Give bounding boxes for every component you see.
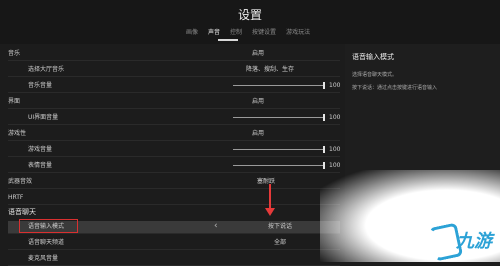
row-value: 降落、搜刮、生存 [246,66,295,73]
row-weapon-sound[interactable]: 武器音效 塞耐跃 [8,176,340,189]
logo-text: 九游 [456,231,492,252]
row-lobby-music[interactable]: 选择大厅音乐 降落、搜刮、生存 [8,64,340,77]
settings-tabs: 画像 声音 控制 按键设置 游戏玩法 [186,27,310,39]
row-label: 麦克风音量 [28,255,59,262]
slider-value: 100 [329,146,341,153]
row-label: 游戏音量 [28,146,53,153]
annotation-arrow-head-icon [265,208,275,216]
music-volume-slider[interactable] [233,82,325,89]
row-value: 全部 [273,239,286,246]
panel-description-detail: 按下说话：通过点击按键进行语音输入 [352,85,438,91]
top-bar: 设置 画像 声音 控制 按键设置 游戏玩法 [0,0,500,44]
emote-volume-slider[interactable] [233,162,325,169]
row-game-volume[interactable]: 游戏音量 100 [8,144,340,157]
row-value: 启用 [251,130,264,137]
row-label: 音乐音量 [28,82,53,89]
row-label: 游戏性 [8,130,27,137]
panel-title: 语音输入模式 [352,53,394,61]
row-emote-volume[interactable]: 表情音量 100 [8,160,340,173]
row-voice-channel[interactable]: 语音聊天频道 全部 [8,237,340,250]
tab-gameplay[interactable]: 游戏玩法 [286,27,310,39]
row-label: HRTF [8,194,24,201]
chevron-left-icon[interactable]: ‹ [214,221,218,231]
row-label: 选择大厅音乐 [28,66,65,73]
row-music-volume[interactable]: 音乐音量 100 [8,80,340,93]
active-tab-indicator [218,39,238,41]
row-label: UI界面音量 [28,114,59,121]
game-volume-slider[interactable] [233,146,325,153]
tab-control[interactable]: 控制 [230,27,242,39]
row-label: 界面 [8,98,21,105]
row-gameplay[interactable]: 游戏性 启用 [8,128,340,141]
row-label: 语音聊天频道 [28,239,65,246]
row-value: 按下说话 [267,223,292,230]
page-title: 设置 [237,8,262,22]
annotation-arrow [269,184,271,210]
row-music[interactable]: 音乐 启用 [8,48,340,61]
row-value: 塞耐跃 [256,178,275,185]
row-interface[interactable]: 界面 启用 [8,96,340,109]
tab-sound[interactable]: 声音 [208,27,220,39]
tab-graphics[interactable]: 画像 [186,27,198,39]
row-label: 表情音量 [28,162,53,169]
highlight-box [19,219,78,233]
row-value: 启用 [251,98,264,105]
row-mic-volume[interactable]: 麦克风音量 [8,253,340,266]
row-hrtf[interactable]: HRTF [8,192,340,205]
slider-value: 100 [329,82,341,89]
voice-chat-section-title: 语音聊天 [8,208,36,216]
row-label: 音乐 [8,50,21,57]
watermark-logo: 九游 [428,222,500,262]
tab-key-bindings[interactable]: 按键设置 [252,27,276,39]
row-value: 启用 [251,50,264,57]
row-label: 武器音效 [8,178,33,185]
row-ui-volume[interactable]: UI界面音量 100 [8,112,340,125]
slider-value: 100 [329,114,341,121]
ui-volume-slider[interactable] [233,114,325,121]
panel-description: 选择语音聊天模式。 [352,72,398,78]
